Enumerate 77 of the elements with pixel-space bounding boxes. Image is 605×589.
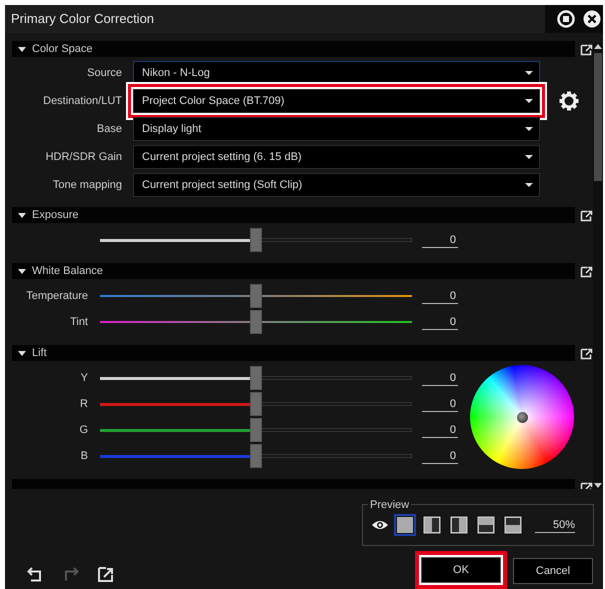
- field-label: Destination/LUT: [42, 94, 122, 109]
- export-icon[interactable]: [97, 565, 114, 582]
- slider[interactable]: [100, 228, 412, 252]
- section-title: White Balance: [32, 264, 103, 279]
- field-label: Source: [86, 66, 122, 81]
- preview-mode-button[interactable]: [394, 514, 416, 536]
- window-title: Primary Color Correction: [10, 10, 156, 28]
- slider-label: Y: [80, 370, 89, 386]
- collapse-triangle-icon[interactable]: [18, 45, 26, 53]
- slider-thumb[interactable]: [250, 366, 262, 390]
- value-field[interactable]: 0: [422, 396, 458, 412]
- slider-thumb[interactable]: [250, 228, 262, 252]
- section-header[interactable]: Exposure: [12, 207, 575, 223]
- value-field[interactable]: 0: [422, 448, 458, 464]
- export-icon[interactable]: [580, 208, 593, 222]
- slider[interactable]: [100, 284, 412, 308]
- target-icon[interactable]: [557, 10, 575, 28]
- field-label: HDR/SDR Gain: [44, 150, 122, 165]
- section-header[interactable]: Color Space: [12, 41, 575, 57]
- section-title: Color Space: [32, 42, 93, 57]
- slider[interactable]: [100, 444, 412, 468]
- slider-label: G: [78, 422, 89, 438]
- caret-icon: [525, 154, 533, 160]
- preview-mode-button[interactable]: [502, 514, 524, 536]
- value-field[interactable]: 0: [422, 422, 458, 438]
- caret-icon: [525, 182, 533, 188]
- section-title: Lift: [32, 346, 47, 361]
- collapse-triangle-icon[interactable]: [18, 349, 26, 357]
- section-header[interactable]: Lift: [12, 345, 575, 361]
- export-icon[interactable]: [580, 346, 593, 360]
- caret-icon: [525, 126, 533, 132]
- zoom-field[interactable]: 50%: [535, 518, 575, 532]
- settings-icon[interactable]: [559, 91, 579, 111]
- caret-icon: [525, 70, 533, 76]
- ok-button[interactable]: OK: [421, 557, 501, 583]
- collapse-triangle-icon[interactable]: [18, 211, 26, 219]
- slider-label: R: [79, 396, 89, 412]
- scroll-up-icon[interactable]: [594, 43, 602, 49]
- slider[interactable]: [100, 310, 412, 334]
- slider-thumb[interactable]: [250, 392, 262, 416]
- slider-thumb[interactable]: [250, 418, 262, 442]
- dropdown[interactable]: Display light: [133, 117, 540, 141]
- wheel-handle[interactable]: [516, 412, 528, 422]
- section-title: Exposure: [32, 208, 78, 223]
- value-field[interactable]: 0: [422, 314, 458, 330]
- slider[interactable]: [100, 392, 412, 416]
- eye-icon[interactable]: [371, 519, 389, 531]
- slider-thumb[interactable]: [250, 444, 262, 468]
- field-label: Tone mapping: [52, 178, 122, 193]
- export-icon[interactable]: [580, 264, 593, 278]
- preview-mode-button[interactable]: [475, 514, 497, 536]
- preview-mode-button[interactable]: [421, 514, 443, 536]
- scroll-down-icon[interactable]: [594, 483, 602, 489]
- value-field[interactable]: 0: [422, 370, 458, 386]
- export-icon[interactable]: [580, 42, 593, 56]
- preview-mode-button[interactable]: [448, 514, 470, 536]
- dropdown[interactable]: Project Color Space (BT.709): [133, 89, 540, 113]
- slider-thumb[interactable]: [250, 310, 262, 334]
- scrollbar[interactable]: [593, 43, 603, 489]
- collapse-triangle-icon[interactable]: [18, 267, 26, 275]
- caret-icon: [525, 98, 533, 104]
- undo-icon[interactable]: [27, 565, 44, 582]
- slider[interactable]: [100, 418, 412, 442]
- scroll-thumb[interactable]: [594, 53, 602, 181]
- slider[interactable]: [100, 366, 412, 390]
- field-label: Base: [96, 122, 122, 137]
- dropdown[interactable]: Current project setting (6. 15 dB): [133, 145, 540, 169]
- slider-thumb[interactable]: [250, 284, 262, 308]
- close-icon[interactable]: [583, 10, 601, 28]
- value-field[interactable]: 0: [422, 288, 458, 304]
- cancel-button[interactable]: Cancel: [513, 558, 593, 584]
- slider-label: Tint: [69, 314, 89, 330]
- value-field[interactable]: 0: [422, 232, 458, 248]
- slider-label: B: [80, 448, 89, 464]
- section-header[interactable]: White Balance: [12, 263, 575, 279]
- dropdown[interactable]: Current project setting (Soft Clip): [133, 173, 540, 197]
- slider-label: Temperature: [25, 288, 89, 304]
